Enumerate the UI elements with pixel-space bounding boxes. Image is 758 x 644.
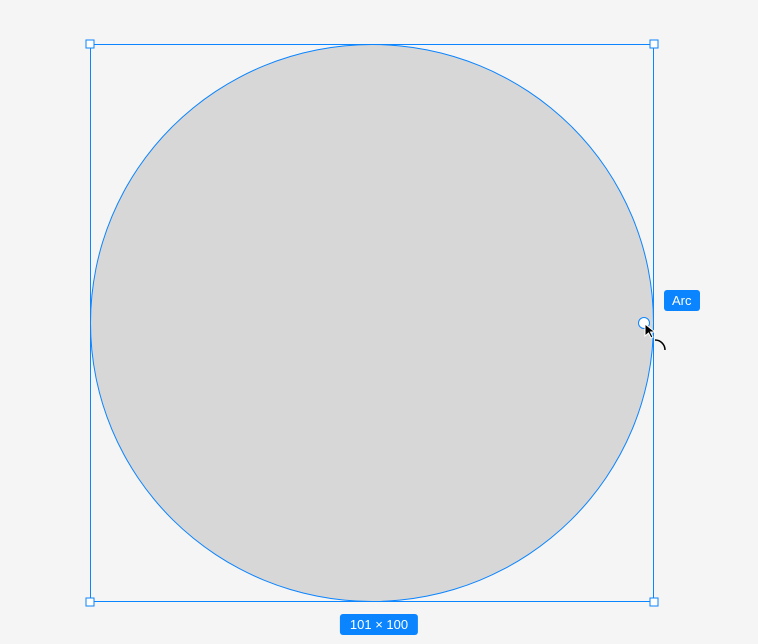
cursor-arc-badge-icon — [653, 338, 667, 352]
arc-handle[interactable] — [638, 317, 650, 329]
resize-handle-top-right[interactable] — [650, 40, 659, 49]
selection-bounding-box[interactable] — [90, 44, 654, 602]
dimensions-label: 101 × 100 — [340, 614, 418, 635]
arc-tooltip: Arc — [664, 290, 700, 311]
resize-handle-top-left[interactable] — [86, 40, 95, 49]
resize-handle-bottom-left[interactable] — [86, 598, 95, 607]
resize-handle-bottom-right[interactable] — [650, 598, 659, 607]
